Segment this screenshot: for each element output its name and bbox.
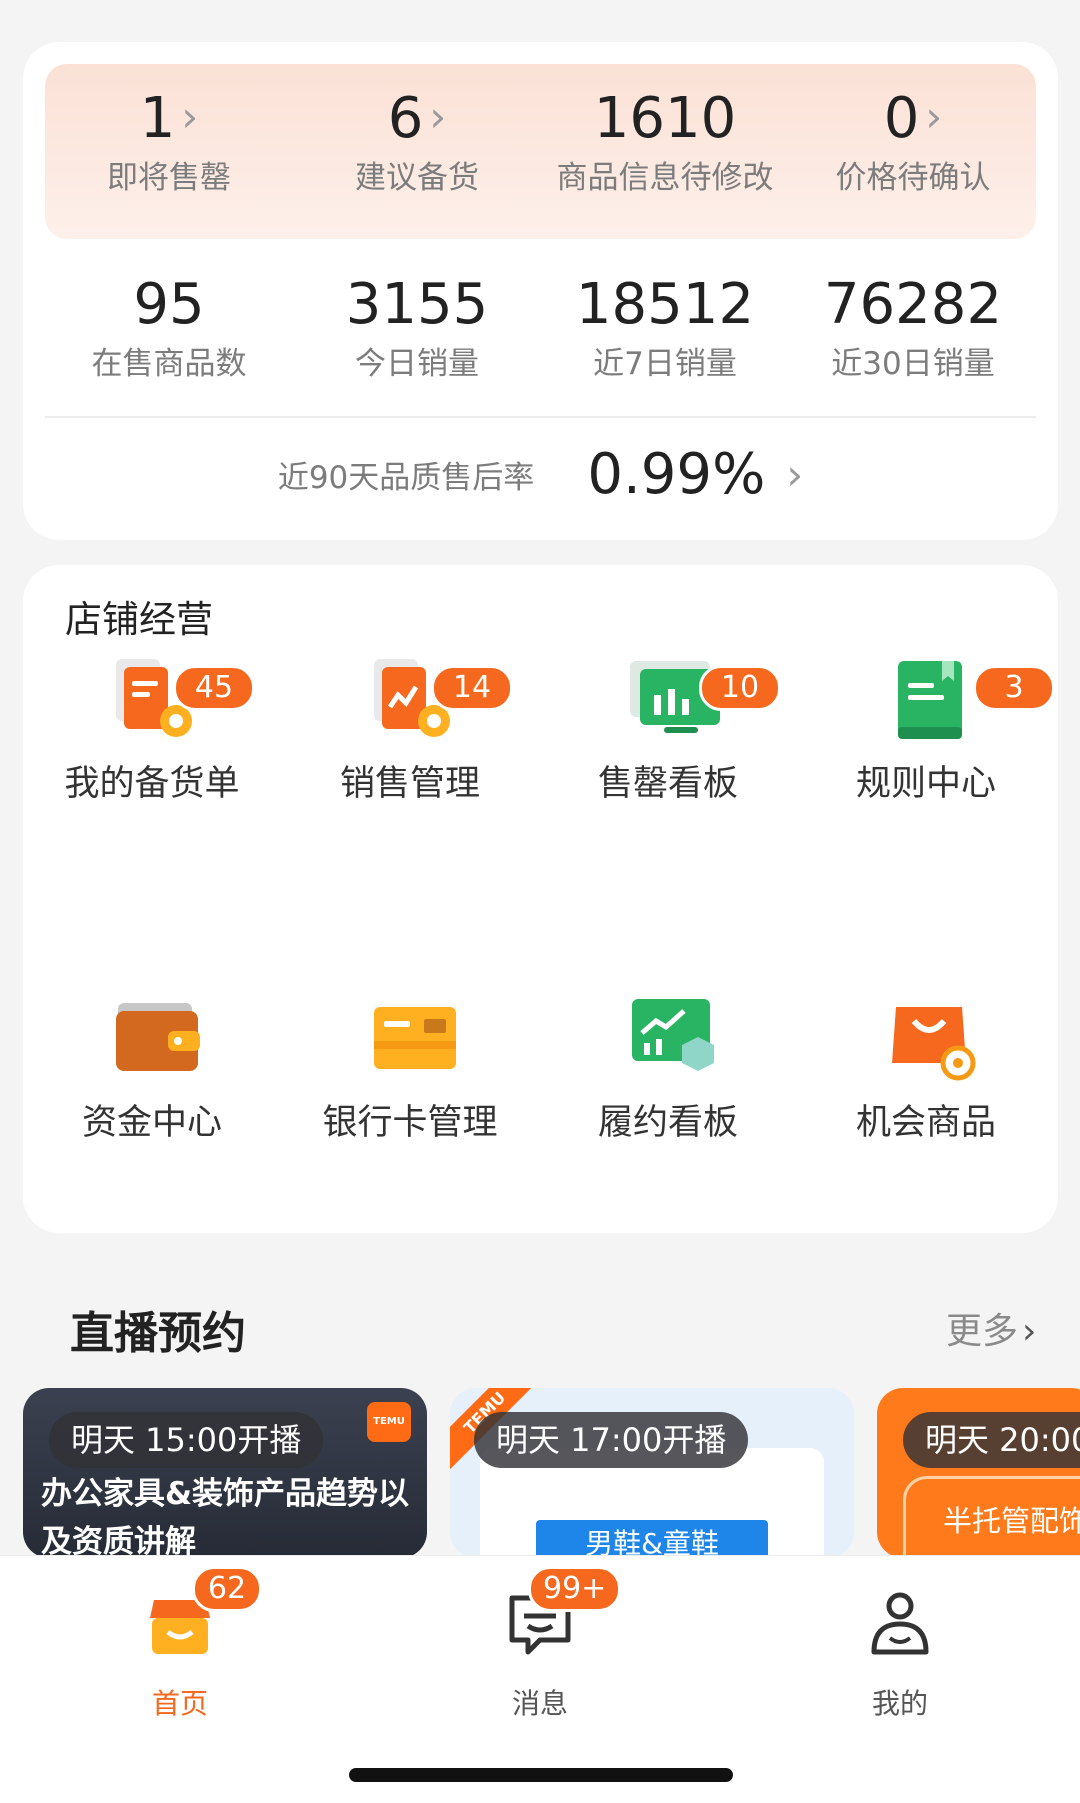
tab-profile[interactable]: 我的 — [800, 1578, 1000, 1720]
tile-fulfillment-board[interactable]: 履约看板 — [539, 959, 797, 1189]
alert-value: 1 — [139, 86, 176, 151]
bank-card-icon — [370, 993, 456, 1073]
chevron-right-icon: › — [1022, 1311, 1037, 1352]
live-card[interactable]: TEMU 明天 15:00开播 办公家具&装饰产品趋势以及资质讲解 — [23, 1388, 427, 1558]
stat-value: 76282 — [823, 272, 1003, 337]
tile-bank-card[interactable]: 银行卡管理 — [281, 959, 539, 1189]
alert-info-to-edit[interactable]: 1610 商品信息待修改 — [541, 84, 789, 224]
opportunity-bag-icon — [886, 993, 976, 1081]
alert-band: 1 › 即将售罄 6 › 建议备货 1610 商品信息待修改 0 › 价格待确认 — [45, 64, 1036, 239]
tile-label: 规则中心 — [855, 764, 996, 804]
profile-icon — [864, 1588, 936, 1660]
tab-label: 首页 — [151, 1687, 208, 1720]
tile-label: 售罄看板 — [597, 764, 738, 804]
stats-card: 1 › 即将售罄 6 › 建议备货 1610 商品信息待修改 0 › 价格待确认 95… — [23, 42, 1058, 540]
stat-value: 18512 — [575, 272, 755, 337]
tab-label: 我的 — [871, 1687, 928, 1720]
home-indicator — [349, 1768, 733, 1782]
alert-price-confirm[interactable]: 0 › 价格待确认 — [789, 84, 1037, 224]
live-tag: 男鞋&童鞋 — [536, 1520, 768, 1558]
tile-rules-center[interactable]: 3 规则中心 — [797, 565, 1055, 804]
alert-label: 商品信息待修改 — [556, 160, 774, 196]
divider — [45, 416, 1036, 418]
alert-label: 即将售罄 — [107, 160, 231, 196]
chevron-right-icon: › — [925, 92, 943, 141]
tile-label: 资金中心 — [81, 1103, 222, 1143]
alert-sold-out-soon[interactable]: 1 › 即将售罄 — [45, 84, 293, 224]
wallet-icon — [112, 993, 200, 1073]
tile-funds-center[interactable]: 资金中心 — [23, 959, 281, 1189]
live-card[interactable]: TEMU 明天 17:00开播 男鞋&童鞋 — [450, 1388, 854, 1558]
stat-30day-sales[interactable]: 76282 近30日销量 — [789, 270, 1037, 400]
chevron-right-icon: › — [429, 92, 447, 141]
fulfillment-board-icon — [628, 993, 714, 1073]
tile-label: 银行卡管理 — [322, 1103, 498, 1143]
tile-sold-out-board[interactable]: 10 售罄看板 — [539, 565, 797, 804]
tile-badge: 14 — [431, 665, 513, 711]
alert-value: 0 — [883, 86, 920, 151]
tab-badge: 99+ — [528, 1566, 622, 1612]
stat-value: 3155 — [345, 272, 489, 337]
alert-value: 6 — [387, 86, 424, 151]
chevron-right-icon: › — [786, 450, 804, 499]
tile-badge: 10 — [699, 665, 781, 711]
chevron-right-icon: › — [181, 92, 199, 141]
alert-label: 价格待确认 — [835, 160, 991, 196]
tile-label: 机会商品 — [855, 1103, 996, 1143]
tab-bar: 62 首页 99+ 消息 我的 — [0, 1555, 1080, 1803]
stat-value: 95 — [133, 272, 205, 337]
sold-out-board-icon — [628, 655, 720, 735]
stat-label: 近7日销量 — [593, 346, 737, 382]
tile-opportunity-products[interactable]: 机会商品 — [797, 959, 1055, 1189]
stat-today-sales[interactable]: 3155 今日销量 — [293, 270, 541, 400]
aftersale-label: 近90天品质售后率 — [277, 460, 535, 496]
aftersale-rate-row[interactable]: 近90天品质售后率 0.99% › — [23, 442, 1058, 522]
tile-label: 履约看板 — [597, 1103, 738, 1143]
more-label: 更多 — [946, 1311, 1019, 1352]
live-subtitle: 半托管配饰 — [943, 1504, 1080, 1538]
tab-messages[interactable]: 99+ 消息 — [440, 1566, 640, 1720]
stat-label: 在售商品数 — [91, 346, 247, 382]
live-card[interactable]: 明天 20:00 半托管配饰 — [877, 1388, 1080, 1558]
tab-label: 消息 — [511, 1687, 568, 1720]
alert-label: 建议备货 — [355, 160, 479, 196]
live-more-link[interactable]: 更多 › — [946, 1302, 1036, 1354]
alert-restock-suggest[interactable]: 6 › 建议备货 — [293, 84, 541, 224]
store-operations-card: 店铺经营 45 我的备货单 14 销售管理 10 售罄看板 3 规则中心 资金中… — [23, 565, 1058, 1233]
tab-home[interactable]: 62 首页 — [80, 1566, 280, 1720]
temu-logo: TEMU — [367, 1402, 411, 1442]
tile-stock-order[interactable]: 45 我的备货单 — [23, 565, 281, 804]
live-title: 办公家具&装饰产品趋势以及资质讲解 — [41, 1476, 410, 1558]
tile-label: 我的备货单 — [64, 764, 240, 804]
tile-label: 销售管理 — [339, 764, 480, 804]
live-time: 明天 20:00 — [903, 1412, 1080, 1468]
rules-book-icon — [886, 655, 966, 739]
tab-badge: 62 — [192, 1566, 262, 1612]
live-section-title: 直播预约 — [70, 1308, 246, 1359]
tile-sales-management[interactable]: 14 销售管理 — [281, 565, 539, 804]
tile-badge: 45 — [173, 665, 255, 711]
stat-7day-sales[interactable]: 18512 近7日销量 — [541, 270, 789, 400]
tile-badge: 3 — [973, 665, 1055, 711]
stat-label: 近30日销量 — [831, 346, 995, 382]
aftersale-value: 0.99% — [587, 442, 766, 507]
stat-on-sale[interactable]: 95 在售商品数 — [45, 270, 293, 400]
stat-label: 今日销量 — [355, 346, 479, 382]
live-time: 明天 15:00开播 — [49, 1412, 324, 1468]
live-time: 明天 17:00开播 — [474, 1412, 749, 1468]
alert-value: 1610 — [593, 86, 737, 151]
